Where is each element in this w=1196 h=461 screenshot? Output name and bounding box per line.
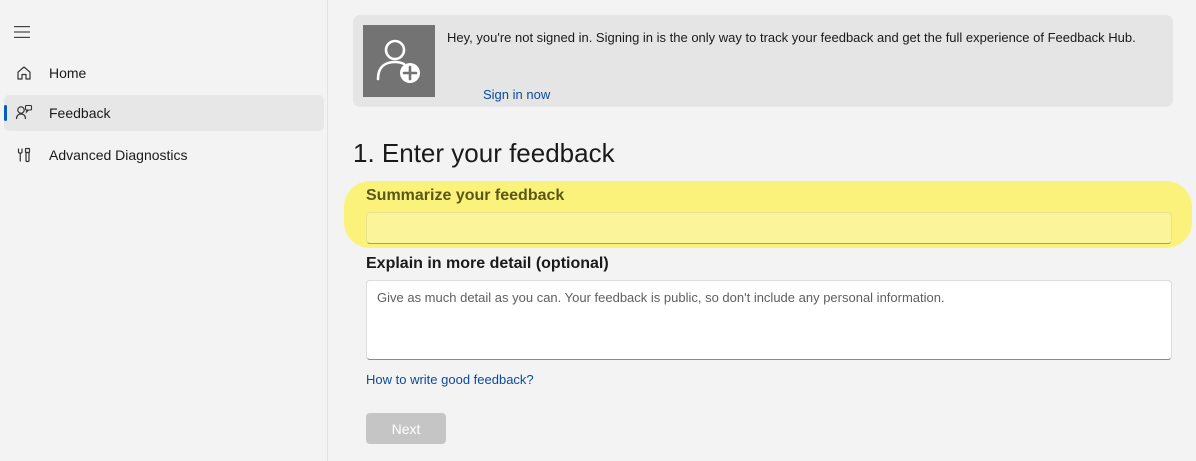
add-person-icon bbox=[363, 25, 435, 97]
selection-indicator bbox=[4, 105, 7, 121]
main-content: Hey, you're not signed in. Signing in is… bbox=[329, 0, 1196, 461]
sidebar: Home Feedback Advanced Diagnostics bbox=[0, 0, 328, 461]
detail-textarea[interactable] bbox=[366, 280, 1172, 360]
feedback-hub-window: Home Feedback Advanced Diagnostics Hey, … bbox=[0, 0, 1196, 461]
sidebar-item-label: Advanced Diagnostics bbox=[49, 147, 188, 163]
home-icon bbox=[14, 63, 34, 83]
sidebar-item-home[interactable]: Home bbox=[4, 55, 324, 91]
hamburger-menu-icon[interactable] bbox=[10, 20, 34, 44]
feedback-help-link[interactable]: How to write good feedback? bbox=[366, 372, 534, 387]
sidebar-item-advanced-diagnostics[interactable]: Advanced Diagnostics bbox=[4, 137, 324, 173]
next-button[interactable]: Next bbox=[366, 413, 446, 444]
detail-label: Explain in more detail (optional) bbox=[366, 255, 609, 272]
sign-in-link[interactable]: Sign in now bbox=[483, 87, 550, 102]
diagnostics-icon bbox=[14, 145, 34, 165]
sidebar-item-label: Home bbox=[49, 65, 87, 81]
summary-input[interactable] bbox=[366, 212, 1172, 244]
feedback-icon bbox=[14, 103, 34, 123]
sidebar-item-label: Feedback bbox=[49, 105, 111, 121]
summary-label: Summarize your feedback bbox=[366, 187, 565, 204]
sign-in-banner: Hey, you're not signed in. Signing in is… bbox=[353, 15, 1173, 107]
sidebar-item-feedback[interactable]: Feedback bbox=[4, 95, 324, 131]
sign-in-message: Hey, you're not signed in. Signing in is… bbox=[447, 30, 1136, 45]
section-title: 1. Enter your feedback bbox=[353, 138, 615, 168]
